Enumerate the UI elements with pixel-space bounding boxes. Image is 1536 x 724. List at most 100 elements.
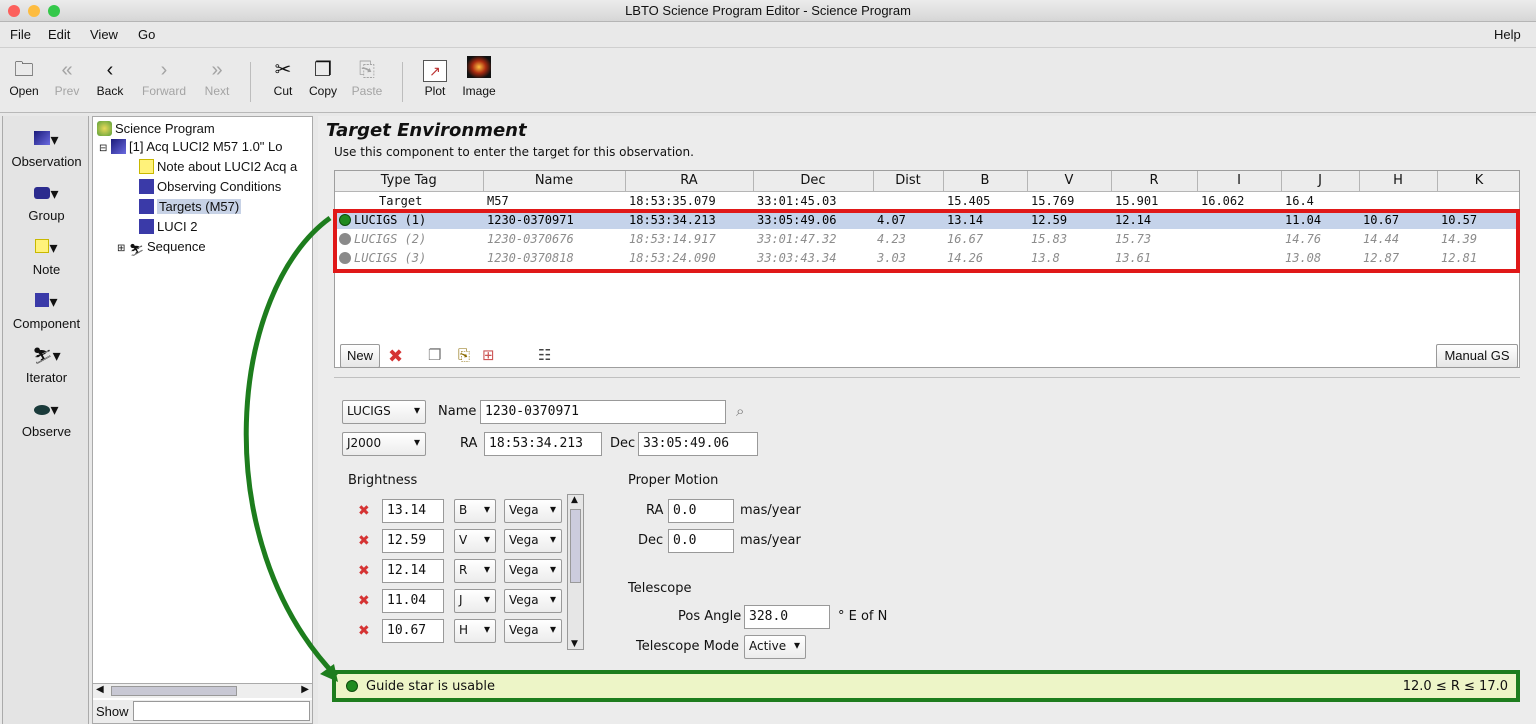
tree-node-conditions[interactable]: Observing Conditions xyxy=(139,179,281,194)
column-header[interactable]: Dist xyxy=(873,171,944,192)
mag-system-select[interactable]: Vega xyxy=(504,619,562,643)
table-row[interactable]: LUCIGS (2) 1230-0370676 18:53:14.917 33:… xyxy=(335,229,1519,248)
telescope-mode-select[interactable]: Active xyxy=(744,635,806,659)
collapse-icon[interactable]: ⊟ xyxy=(99,143,107,154)
brightness-value[interactable]: 12.59 xyxy=(382,529,444,553)
palette-group[interactable]: ▾ Group xyxy=(3,182,90,223)
dec-field[interactable]: 33:05:49.06 xyxy=(638,432,758,456)
tree-node-targets[interactable]: Targets (M57) xyxy=(139,199,242,214)
table-row[interactable]: Target M57 18:53:35.079 33:01:45.03 15.4… xyxy=(335,191,1519,210)
forward-button[interactable]: › Forward xyxy=(136,56,192,98)
minimize-window-button[interactable] xyxy=(28,5,40,17)
remove-target-icon[interactable]: ✖ xyxy=(388,346,403,367)
menu-help[interactable]: Help xyxy=(1494,27,1521,42)
pos-angle-field[interactable]: 328.0 xyxy=(744,605,830,629)
pm-dec-field[interactable]: 0.0 xyxy=(668,529,734,553)
brightness-scrollbar[interactable]: ▲ ▼ xyxy=(567,494,584,650)
duplicate-target-icon[interactable]: ⊞ xyxy=(482,346,495,364)
band-select[interactable]: R xyxy=(454,559,496,583)
band-select[interactable]: H xyxy=(454,619,496,643)
remove-brightness-icon[interactable]: ✖ xyxy=(358,593,370,609)
table-row[interactable]: LUCIGS (3) 1230-0370818 18:53:24.090 33:… xyxy=(335,248,1519,267)
show-input[interactable] xyxy=(133,701,310,721)
brightness-value[interactable]: 10.67 xyxy=(382,619,444,643)
prev-button[interactable]: « Prev xyxy=(50,56,84,98)
copy-target-icon[interactable]: ❐ xyxy=(428,346,441,364)
column-header[interactable]: RA xyxy=(625,171,754,192)
column-header[interactable]: K xyxy=(1437,171,1519,192)
observation-icon xyxy=(111,139,127,154)
zoom-window-button[interactable] xyxy=(48,5,60,17)
scroll-down-icon[interactable]: ▼ xyxy=(571,639,578,649)
band-select[interactable]: V xyxy=(454,529,496,553)
copy-button[interactable]: ❐ Copy xyxy=(304,56,342,98)
back-button[interactable]: ‹ Back xyxy=(92,56,128,98)
tree-horizontal-scrollbar[interactable]: ◀ ▶ xyxy=(93,683,312,698)
menu-file[interactable]: File xyxy=(10,27,31,42)
image-button[interactable]: Image xyxy=(458,56,500,98)
manual-gs-button[interactable]: Manual GS xyxy=(1436,344,1518,368)
column-header[interactable]: Name xyxy=(483,171,626,192)
column-header[interactable]: R xyxy=(1111,171,1198,192)
column-header[interactable]: B xyxy=(943,171,1028,192)
tree-node-observation[interactable]: ⊟ [1] Acq LUCI2 M57 1.0" Lo xyxy=(99,139,311,154)
menu-edit[interactable]: Edit xyxy=(48,27,70,42)
palette-iterator[interactable]: ⛷▾ Iterator xyxy=(3,344,90,385)
list-target-icon[interactable]: ☷ xyxy=(538,346,551,364)
column-header[interactable]: V xyxy=(1027,171,1112,192)
plot-button[interactable]: ↗ Plot xyxy=(418,56,452,98)
expand-icon[interactable]: ⊞ xyxy=(117,243,125,254)
tag-select[interactable]: LUCIGS xyxy=(342,400,426,424)
tree-node-luci[interactable]: LUCI 2 xyxy=(139,219,197,234)
brightness-value[interactable]: 11.04 xyxy=(382,589,444,613)
mag-system-select[interactable]: Vega xyxy=(504,589,562,613)
table-row[interactable]: LUCIGS (1) 1230-0370971 18:53:34.213 33:… xyxy=(335,210,1519,229)
column-header[interactable]: I xyxy=(1197,171,1282,192)
mag-system-select[interactable]: Vega xyxy=(504,529,562,553)
paste-target-icon[interactable]: ⎘ xyxy=(458,346,470,364)
tree-node-note[interactable]: Note about LUCI2 Acq a xyxy=(139,159,311,174)
ra-label: RA xyxy=(460,436,478,451)
tree-node-sequence[interactable]: ⊞ ⛷ Sequence xyxy=(117,239,206,258)
band-select[interactable]: B xyxy=(454,499,496,523)
column-header[interactable]: Dec xyxy=(753,171,874,192)
scroll-up-icon[interactable]: ▲ xyxy=(571,495,578,505)
scrollbar-thumb[interactable] xyxy=(570,509,581,583)
brightness-value[interactable]: 12.14 xyxy=(382,559,444,583)
name-field[interactable]: 1230-0370971 xyxy=(480,400,726,424)
pm-ra-field[interactable]: 0.0 xyxy=(668,499,734,523)
cell-b: 14.26 xyxy=(947,250,984,265)
paste-button[interactable]: ⎘ Paste xyxy=(346,56,388,98)
menu-view[interactable]: View xyxy=(90,27,118,42)
tree-node-science-program[interactable]: Science Program xyxy=(97,121,215,136)
ra-field[interactable]: 18:53:34.213 xyxy=(484,432,602,456)
palette-observation[interactable]: ▾ Observation xyxy=(3,128,90,169)
scroll-left-icon[interactable]: ◀ xyxy=(96,684,104,695)
remove-brightness-icon[interactable]: ✖ xyxy=(358,533,370,549)
editor-panel: Target Environment Use this component to… xyxy=(318,116,1536,724)
remove-brightness-icon[interactable]: ✖ xyxy=(358,503,370,519)
column-header[interactable]: Type Tag xyxy=(335,171,484,192)
mag-system-select[interactable]: Vega xyxy=(504,499,562,523)
new-target-button[interactable]: New xyxy=(340,344,380,368)
cell-ra: 18:53:35.079 xyxy=(629,193,716,208)
palette-component[interactable]: ▾ Component xyxy=(3,290,90,331)
mag-system-select[interactable]: Vega xyxy=(504,559,562,583)
column-header[interactable]: H xyxy=(1359,171,1438,192)
remove-brightness-icon[interactable]: ✖ xyxy=(358,563,370,579)
palette-note[interactable]: ▾ Note xyxy=(3,236,90,277)
cut-button[interactable]: ✂ Cut xyxy=(266,56,300,98)
column-header[interactable]: J xyxy=(1281,171,1360,192)
band-select[interactable]: J xyxy=(454,589,496,613)
close-window-button[interactable] xyxy=(8,5,20,17)
open-button[interactable]: 🗀 Open xyxy=(6,56,42,98)
remove-brightness-icon[interactable]: ✖ xyxy=(358,623,370,639)
menu-go[interactable]: Go xyxy=(138,27,155,42)
scrollbar-thumb[interactable] xyxy=(111,686,237,696)
scroll-right-icon[interactable]: ▶ xyxy=(301,684,309,695)
search-icon[interactable]: ⌕ xyxy=(736,402,744,420)
palette-observe[interactable]: ▾ Observe xyxy=(3,398,90,439)
brightness-value[interactable]: 13.14 xyxy=(382,499,444,523)
coord-system-select[interactable]: J2000 xyxy=(342,432,426,456)
next-button[interactable]: » Next xyxy=(198,56,236,98)
